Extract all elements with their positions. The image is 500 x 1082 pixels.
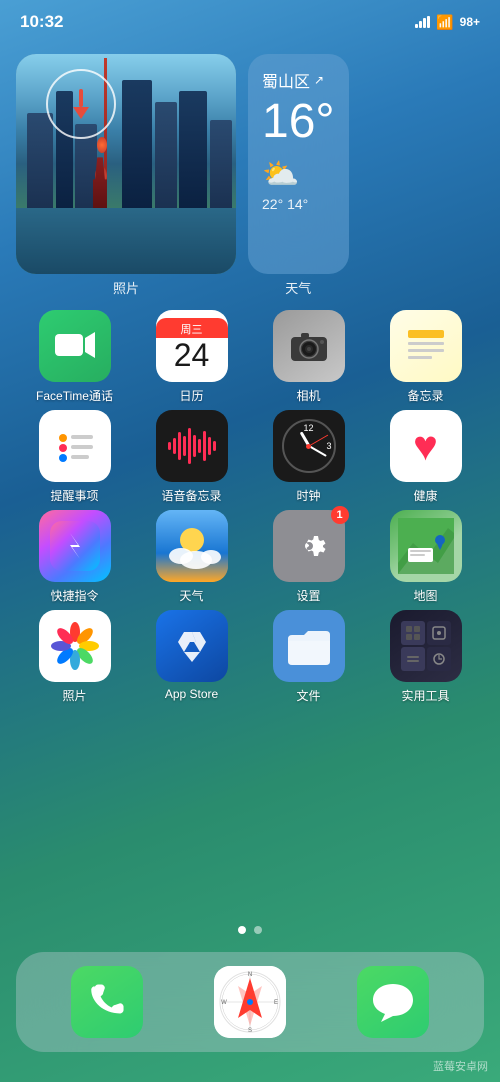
weather-widget[interactable]: 蜀山区 ↗ 16° ⛅ 22° 14° [248, 54, 349, 274]
calendar-day: 周三 [156, 318, 228, 338]
maps-icon [390, 510, 462, 582]
voicememo-icon [156, 410, 228, 482]
files-label: 文件 [296, 687, 320, 704]
signal-icon [415, 16, 430, 28]
weather-widget-container[interactable]: 蜀山区 ↗ 16° ⛅ 22° 14° 天气 [248, 54, 349, 297]
app-row-1: FaceTime通话 周三 24 日历 [16, 310, 484, 404]
camera-label: 相机 [296, 387, 320, 404]
utilities-icon [390, 610, 462, 682]
widgets-area: 照片 蜀山区 ↗ 16° ⛅ 22° 14° 天气 [0, 44, 500, 307]
page-dot-inactive [254, 926, 262, 934]
app-weather[interactable]: 天气 [142, 510, 242, 604]
app-shortcuts[interactable]: 快捷指令 [25, 510, 125, 604]
app-voicememo[interactable]: 语音备忘录 [142, 410, 242, 504]
page-dots [238, 926, 262, 934]
facetime-label: FaceTime通话 [36, 387, 113, 404]
status-time: 10:32 [20, 12, 63, 32]
watermark: 蓝莓安卓网 [433, 1058, 488, 1074]
weather-condition-icon: ⛅ [262, 157, 335, 192]
health-label: 健康 [413, 487, 437, 504]
notes-label: 备忘录 [407, 387, 443, 404]
files-icon [273, 610, 345, 682]
app-facetime[interactable]: FaceTime通话 [25, 310, 125, 404]
app-files[interactable]: 文件 [259, 610, 359, 704]
shortcuts-label: 快捷指令 [50, 587, 98, 604]
app-utilities[interactable]: 实用工具 [376, 610, 476, 704]
weather-widget-label: 天气 [285, 278, 311, 297]
shortcuts-icon [39, 510, 111, 582]
svg-text:W: W [221, 1000, 227, 1006]
voicememo-label: 语音备忘录 [161, 487, 221, 504]
app-row-4: 照片 App Store [16, 610, 484, 704]
app-notes[interactable]: 备忘录 [376, 310, 476, 404]
svg-text:N: N [248, 972, 252, 978]
photos-app-icon [39, 610, 111, 682]
app-reminders[interactable]: 提醒事项 [25, 410, 125, 504]
battery-percent: 98+ [460, 15, 480, 29]
safari-icon: N S W E [214, 966, 286, 1038]
weather-range: 22° 14° [262, 196, 335, 212]
appstore-icon [156, 610, 228, 682]
photos-widget-container[interactable]: 照片 [16, 54, 236, 297]
page-dot-active [238, 926, 246, 934]
photos-widget-label: 照片 [113, 278, 139, 297]
location-arrow-icon: ↗ [314, 73, 324, 87]
app-health[interactable]: ♥ 健康 [376, 410, 476, 504]
arrow-overlay [46, 69, 116, 139]
utilities-label: 实用工具 [401, 687, 449, 704]
app-camera[interactable]: 相机 [259, 310, 359, 404]
camera-icon [273, 310, 345, 382]
appstore-label: App Store [165, 687, 218, 701]
photos-app-label: 照片 [62, 687, 86, 704]
app-row-3: 快捷指令 [16, 510, 484, 604]
phone-icon [71, 966, 143, 1038]
calendar-icon: 周三 24 [156, 310, 228, 382]
svg-text:E: E [274, 1000, 278, 1006]
settings-badge: 1 [331, 506, 349, 524]
app-photos[interactable]: 照片 [25, 610, 125, 704]
reminders-icon [39, 410, 111, 482]
status-icons: 📶 98+ [415, 14, 480, 31]
dock: N S W E [16, 952, 484, 1052]
dock-phone[interactable] [71, 966, 143, 1038]
photos-widget[interactable] [16, 54, 236, 274]
maps-label: 地图 [413, 587, 437, 604]
notes-icon [390, 310, 462, 382]
status-bar: 10:32 📶 98+ [0, 0, 500, 44]
app-calendar[interactable]: 周三 24 日历 [142, 310, 242, 404]
calendar-date: 24 [174, 338, 210, 373]
dock-safari[interactable]: N S W E [214, 966, 286, 1038]
weather-location: 蜀山区 ↗ [262, 68, 335, 92]
app-row-2: 提醒事项 语音备忘录 [16, 410, 484, 504]
settings-icon: 1 [273, 510, 345, 582]
svg-text:S: S [248, 1028, 252, 1034]
wifi-icon: 📶 [436, 14, 453, 31]
app-appstore[interactable]: App Store [142, 610, 242, 704]
app-clock[interactable]: 12 3 时钟 [259, 410, 359, 504]
weather-temperature: 16° [262, 96, 335, 149]
reminders-label: 提醒事项 [50, 487, 98, 504]
dock-messages[interactable] [357, 966, 429, 1038]
clock-label: 时钟 [296, 487, 320, 504]
app-maps[interactable]: 地图 [376, 510, 476, 604]
app-settings[interactable]: 1 设置 [259, 510, 359, 604]
facetime-icon [39, 310, 111, 382]
health-icon: ♥ [390, 410, 462, 482]
weather-app-label: 天气 [179, 587, 203, 604]
calendar-label: 日历 [179, 387, 203, 404]
messages-icon [357, 966, 429, 1038]
apps-grid: FaceTime通话 周三 24 日历 [0, 310, 500, 710]
clock-icon: 12 3 [273, 410, 345, 482]
weather-app-icon [156, 510, 228, 582]
settings-label: 设置 [296, 587, 320, 604]
